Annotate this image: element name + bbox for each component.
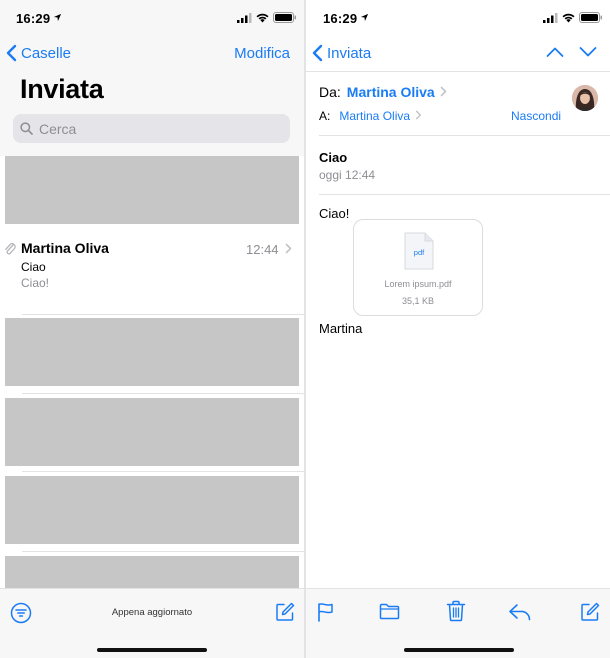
message-list-item[interactable]: Martina Oliva 12:44 Ciao Ciao! [0,234,304,316]
to-label: A: [319,109,331,123]
avatar-photo-icon [572,85,598,111]
home-indicator [404,648,514,652]
search-bar[interactable] [13,114,290,143]
chevron-down-icon[interactable] [579,46,597,58]
attachment-card[interactable]: pdf Lorem ipsum.pdf 35,1 KB [353,219,483,316]
message-sender: Martina Oliva [21,240,109,256]
search-input[interactable] [39,120,259,137]
status-bar: 16:29 [306,0,610,36]
page-title: Inviata [20,74,104,104]
status-time: 16:29 [16,11,51,26]
message-detail-pane: 16:29 Inviata Da: Martina Oliva A: Marti… [306,0,610,658]
reply-icon[interactable] [508,603,532,621]
compose-icon[interactable] [275,602,295,622]
navigation-bar: Inviata [306,40,610,66]
pdf-file-icon: pdf [404,232,434,270]
back-button-label: Inviata [327,44,372,62]
location-arrow-icon [53,13,62,22]
message-date: oggi 12:44 [319,168,376,182]
chevron-right-icon [415,110,422,120]
to-row: A: Martina Oliva [319,109,422,123]
wifi-icon [256,13,269,23]
message-preview: Ciao! [21,276,50,290]
status-bar: 16:29 [0,0,304,36]
message-body-signature: Martina [319,321,363,336]
compose-icon[interactable] [580,602,600,622]
message-list: Martina Oliva 12:44 Ciao Ciao! [0,156,304,588]
bottom-toolbar [306,588,610,658]
attachment-file-name: Lorem ipsum.pdf [384,279,452,289]
hide-details-button[interactable]: Nascondi [511,109,561,123]
wifi-icon [562,13,575,23]
redacted-message-item [5,156,299,224]
search-icon [20,122,33,135]
location-arrow-icon [360,13,369,22]
avatar [572,85,598,111]
redacted-message-item [5,318,299,386]
message-time: 12:44 [246,242,279,257]
from-name[interactable]: Martina Oliva [347,84,435,100]
navigation-bar: Caselle Modifica [0,40,304,66]
status-time: 16:29 [323,11,358,26]
back-button-label: Caselle [21,44,72,62]
from-row: Da: Martina Oliva [319,84,447,100]
battery-icon [579,12,602,23]
chevron-up-icon[interactable] [546,46,564,58]
cellular-signal-icon [543,13,558,23]
list-separator [22,471,304,472]
edit-button[interactable]: Modifica [234,45,290,62]
chevron-right-icon [285,243,292,254]
header-divider [306,71,610,72]
chevron-left-icon [6,44,17,62]
back-button[interactable]: Inviata [312,40,371,66]
home-indicator [97,648,207,652]
redacted-message-item [5,476,299,544]
paperclip-icon [5,243,16,255]
header-divider [319,194,610,195]
cellular-signal-icon [237,13,252,23]
message-body-greeting: Ciao! [319,206,350,221]
mailbox-list-pane: 16:29 Caselle Modifica Inviata Cerca Mar… [0,0,304,658]
redacted-message-item [5,556,299,588]
back-button[interactable]: Caselle [6,40,71,66]
list-separator [22,393,304,394]
trash-icon[interactable] [446,600,466,622]
chevron-left-icon [312,44,323,62]
list-separator [22,314,304,315]
to-name[interactable]: Martina Oliva [339,109,410,123]
header-divider [319,135,610,136]
message-subject: Ciao [21,260,46,274]
attachment-file-type: pdf [414,248,425,257]
flag-icon[interactable] [317,602,335,622]
message-subject: Ciao [319,150,348,165]
update-status: Appena aggiornato [111,607,193,618]
from-label: Da: [319,84,341,100]
chevron-right-icon [440,86,447,97]
redacted-message-item [5,398,299,466]
battery-icon [273,12,296,23]
attachment-file-size: 35,1 KB [401,296,435,306]
bottom-toolbar: Appena aggiornato [0,588,304,658]
folder-icon[interactable] [379,602,400,621]
list-separator [22,551,304,552]
